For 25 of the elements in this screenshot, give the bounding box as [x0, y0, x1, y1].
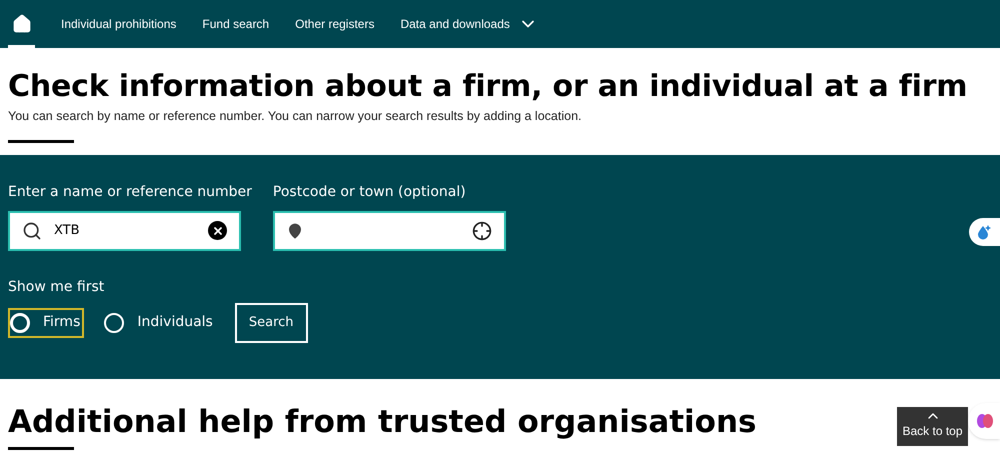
clear-icon[interactable] [208, 221, 227, 240]
back-to-top-button[interactable]: Back to top [897, 407, 968, 446]
page-subtitle: You can search by name or reference number. You can narrow your search results by adding a location. [8, 108, 582, 125]
search-icon [22, 220, 42, 241]
name-field[interactable]: XTB [8, 210, 241, 251]
location-label: Postcode or town (optional) [272, 182, 467, 202]
assistant-widget-button[interactable] [968, 403, 1000, 439]
location-field[interactable] [272, 210, 506, 251]
section-title: Additional help from trusted organisations [8, 402, 756, 441]
radio-option[interactable]: Firms [8, 308, 84, 338]
droplet-icon [975, 224, 991, 240]
crosshair-icon[interactable] [472, 220, 492, 241]
name-label: Enter a name or reference number [8, 182, 252, 202]
nav-link[interactable]: Fund search [202, 15, 270, 33]
nav-link[interactable]: Individual prohibitions [61, 15, 176, 33]
nav-link[interactable]: Data and downloads [400, 14, 538, 34]
name-value: XTB [54, 222, 81, 240]
show-label: Show me first [8, 278, 104, 297]
nav-link[interactable]: Other registers [295, 15, 374, 33]
page-title: Check information about a firm, or an individual at a firm [8, 68, 968, 106]
search-button[interactable]: Search [234, 302, 308, 343]
home-icon[interactable] [12, 14, 32, 34]
radio-option[interactable]: Individuals [102, 308, 217, 338]
accessibility-widget-button[interactable] [969, 218, 1000, 246]
location-pin-icon [286, 222, 303, 239]
